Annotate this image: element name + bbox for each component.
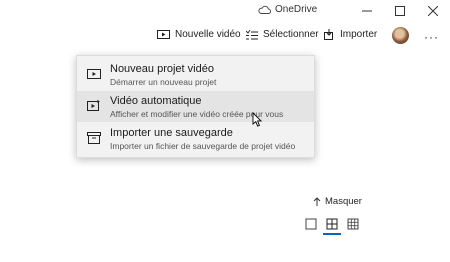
single-view-icon[interactable]	[305, 218, 317, 230]
menu-item-subtitle: Démarrer un nouveau projet	[110, 77, 217, 87]
menu-item-subtitle: Importer un fichier de sauvegarde de pro…	[110, 141, 296, 151]
title-bar: OneDrive	[0, 0, 450, 22]
small-grid-icon[interactable]	[347, 218, 359, 230]
minimize-button[interactable]	[354, 2, 380, 20]
new-video-menu: Nouveau projet vidéo Démarrer un nouveau…	[76, 55, 315, 158]
active-view-indicator	[323, 233, 341, 235]
hide-label: Masquer	[325, 196, 362, 207]
new-video-icon	[157, 30, 170, 39]
new-video-button[interactable]: Nouvelle vidéo	[157, 29, 241, 40]
maximize-icon	[395, 6, 405, 16]
new-project-icon	[87, 69, 101, 79]
hide-button[interactable]: Masquer	[313, 196, 362, 207]
menu-item-import-backup[interactable]: Importer une sauvegarde Importer un fich…	[77, 123, 314, 154]
more-options-button[interactable]: ···	[424, 30, 439, 44]
minimize-icon	[362, 10, 372, 12]
onedrive-label: OneDrive	[275, 4, 318, 15]
auto-video-icon	[87, 99, 100, 111]
close-button[interactable]	[420, 2, 446, 20]
select-list-icon	[246, 29, 258, 39]
select-label: Sélectionner	[263, 29, 319, 40]
new-video-label: Nouvelle vidéo	[175, 29, 241, 40]
import-button[interactable]: Importer	[324, 29, 377, 40]
user-avatar[interactable]	[392, 27, 409, 44]
onedrive-status[interactable]: OneDrive	[258, 4, 317, 15]
mouse-cursor-icon	[252, 112, 262, 127]
menu-item-auto-video[interactable]: Vidéo automatique Afficher et modifier u…	[77, 91, 314, 122]
toolbar: Nouvelle vidéo Sélectionner Importer	[0, 26, 450, 48]
import-label: Importer	[340, 29, 378, 40]
archive-icon	[87, 132, 101, 144]
arrow-up-icon	[313, 197, 321, 206]
close-icon	[428, 6, 438, 16]
maximize-button[interactable]	[387, 2, 413, 20]
menu-item-title: Nouveau projet vidéo	[110, 63, 214, 75]
select-button[interactable]: Sélectionner	[246, 29, 319, 40]
menu-item-title: Vidéo automatique	[110, 95, 202, 107]
menu-item-title: Importer une sauvegarde	[110, 127, 233, 139]
import-icon	[324, 29, 333, 40]
cloud-icon	[258, 5, 271, 14]
menu-item-new-project[interactable]: Nouveau projet vidéo Démarrer un nouveau…	[77, 59, 314, 90]
medium-grid-icon[interactable]	[326, 218, 338, 230]
